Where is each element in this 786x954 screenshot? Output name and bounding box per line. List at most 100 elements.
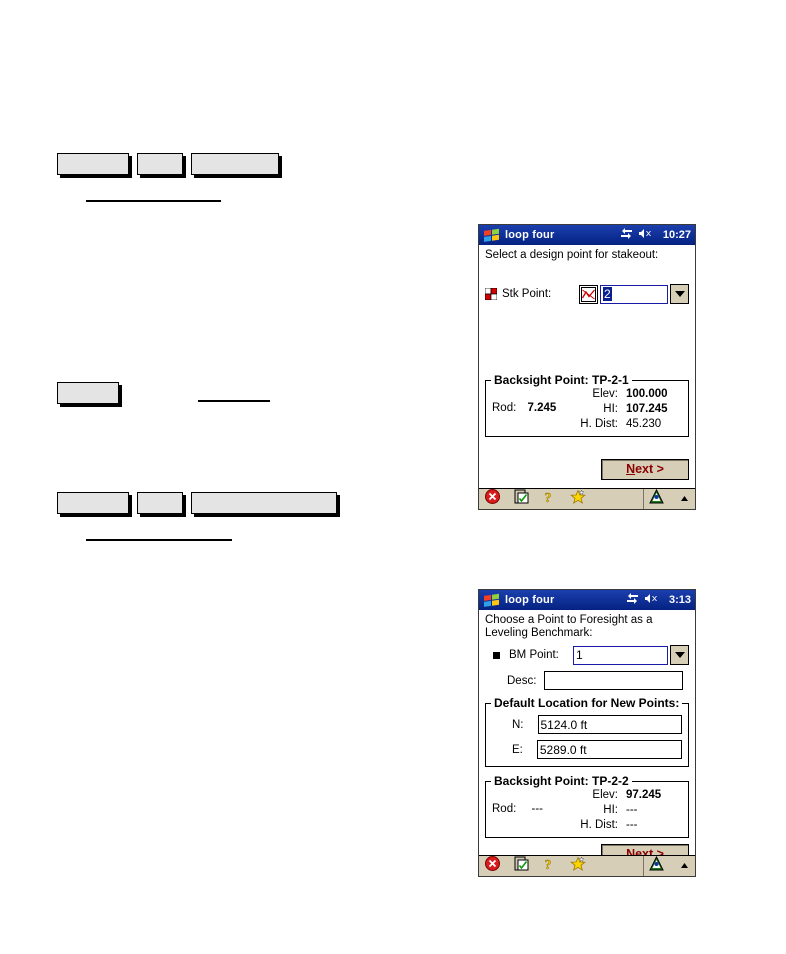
north-value: 5124.0 ft [540,717,588,732]
toolbar-placeholder-row-2 [57,382,119,404]
row-value: 97.245 [626,789,662,801]
red-white-checker-icon [484,287,498,301]
close-x-icon[interactable] [485,856,500,876]
placeholder-underline [86,539,232,541]
bm-point-row: BM Point: 1 [485,645,689,665]
leveling-benchmark-window: loop four 3:13 Choose a Point to Foresig… [478,589,696,877]
next-button-label: ext > [635,462,664,476]
placeholder-box[interactable] [137,492,183,514]
bm-point-value: 1 [576,648,583,662]
window2-prompt: Choose a Point to Foresight as a Levelin… [485,614,653,639]
chevron-down-icon [674,291,685,297]
window2-titlebar: loop four 3:13 [479,590,695,610]
survey-tripod-icon[interactable] [643,855,664,876]
default-location-group: Default Location for New Points: N: 5124… [485,696,689,767]
window1-title: loop four [505,229,555,241]
window2-backsight-row: Elev: 97.245 [566,788,682,803]
north-label: N: [512,718,524,731]
chevron-down-icon [674,652,685,658]
window2-backsight-group: Backsight Point: TP-2-2 Rod: --- Elev: 9… [485,774,689,838]
window1-titlebar: loop four 10:27 [479,225,695,245]
window1-backsight-title: Backsight Point: TP-2-1 [491,373,632,387]
clipboard-check-icon[interactable] [514,856,529,876]
window2-taskbar: ? [479,855,695,876]
chevron-up-icon[interactable] [680,490,689,508]
window1-title-icons: 10:27 [620,228,691,242]
chevron-up-icon[interactable] [680,857,689,875]
placeholder-box[interactable] [191,153,279,175]
row-value: 100.000 [626,388,668,400]
row-value: --- [626,819,638,831]
row-key: H. Dist: [580,819,618,831]
window1-button-bar: Next > [485,459,689,480]
window2-body: Choose a Point to Foresight as a Levelin… [479,610,695,865]
default-location-title: Default Location for New Points: [491,696,683,710]
svg-text:?: ? [545,491,552,504]
window1-backsight-group: Backsight Point: TP-2-1 Rod: 7.245 Elev:… [485,373,689,437]
north-input[interactable]: 5124.0 ft [537,715,682,734]
row-key: H. Dist: [580,418,618,430]
window1-prompt: Select a design point for stakeout: [485,249,659,261]
east-row: E: 5289.0 ft [492,740,682,759]
placeholder-box[interactable] [137,153,183,175]
help-question-icon[interactable]: ? [543,489,556,509]
window2-rod-value: --- [531,803,544,815]
row-value: --- [626,804,638,816]
bm-point-input[interactable]: 1 [573,645,668,665]
next-button[interactable]: Next > [601,459,689,480]
next-button-accel: N [626,462,636,476]
row-key: HI: [603,804,618,816]
stk-point-input[interactable]: 2 [600,284,668,304]
toolbar-placeholder-row-3 [57,492,337,514]
window2-title: loop four [505,594,555,606]
speaker-mute-icon[interactable] [644,593,660,607]
north-row: N: 5124.0 ft [492,715,682,734]
placeholder-underline [86,200,221,202]
desc-input[interactable] [544,671,683,690]
windows-flag-icon [483,593,500,608]
black-square-bullet-icon [493,651,500,659]
row-key: HI: [603,403,618,415]
window1-backsight-row: HI: 107.245 [566,402,682,417]
svg-text:?: ? [545,858,552,871]
window1-backsight-row: H. Dist: 45.230 [566,417,682,432]
placeholder-box[interactable] [57,492,129,514]
placeholder-box[interactable] [191,492,337,514]
row-value: 107.245 [626,403,668,415]
close-x-icon[interactable] [485,489,500,509]
window2-backsight-row: HI: --- [566,803,682,818]
favorites-star-icon[interactable] [570,489,587,509]
placeholder-underline [198,400,270,402]
stk-point-dropdown-button[interactable] [670,284,689,304]
east-value: 5289.0 ft [539,742,587,757]
clipboard-check-icon[interactable] [514,489,529,509]
window2-backsight-row: H. Dist: --- [566,818,682,833]
stk-point-row: Stk Point: 2 [484,284,689,304]
east-label: E: [512,743,523,756]
row-key: Elev: [592,789,618,801]
bm-point-dropdown-button[interactable] [670,645,689,665]
window1-clock: 10:27 [662,229,691,241]
window1-body: Select a design point for stakeout: Stk … [479,245,695,488]
window1-rod-label: Rod: [492,402,517,414]
placeholder-box[interactable] [57,153,129,175]
speaker-mute-icon[interactable] [638,228,654,242]
favorites-star-icon[interactable] [570,856,587,876]
connectivity-icon[interactable] [626,593,639,607]
window1-taskbar: ? [479,488,695,509]
map-pick-icon[interactable] [579,284,598,304]
window1-backsight-row: Elev: 100.000 [566,387,682,402]
placeholder-box[interactable] [57,382,119,404]
window2-clock: 3:13 [668,594,691,606]
east-input[interactable]: 5289.0 ft [536,740,682,759]
connectivity-icon[interactable] [620,228,633,242]
stk-point-value: 2 [603,287,612,301]
row-value: 45.230 [626,418,662,430]
survey-tripod-icon[interactable] [643,488,664,509]
stk-point-label: Stk Point: [502,288,552,300]
toolbar-placeholder-row-1 [57,153,279,175]
window2-title-icons: 3:13 [626,593,691,607]
help-question-icon[interactable]: ? [543,856,556,876]
row-key: Elev: [592,388,618,400]
window2-backsight-title: Backsight Point: TP-2-2 [491,774,632,788]
